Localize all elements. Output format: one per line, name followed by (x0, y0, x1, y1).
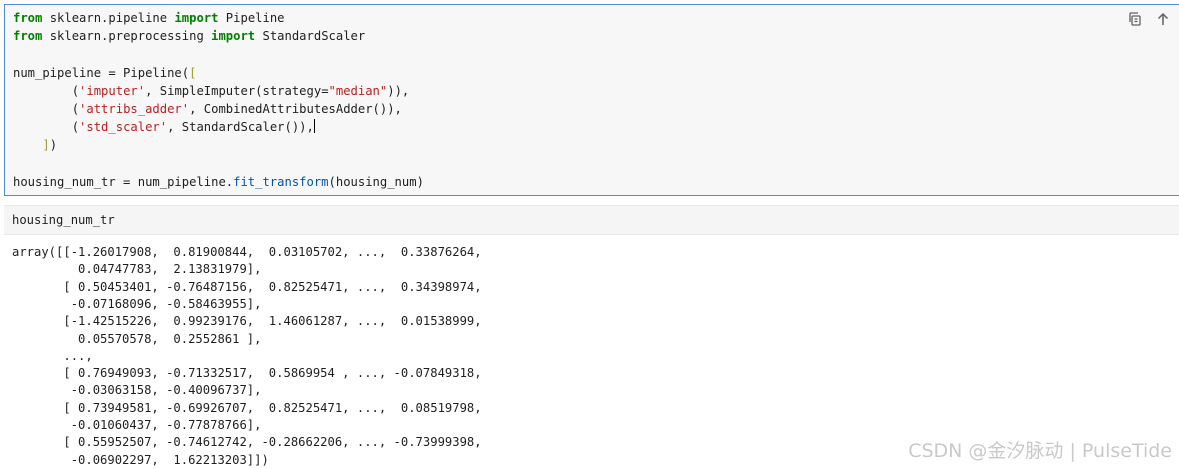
output-line: [ 0.55952507, -0.74612742, -0.28662206, … (12, 435, 482, 450)
function-token: fit_transform (233, 174, 329, 189)
code-token: ] (42, 138, 50, 153)
keyword-token: import (211, 29, 256, 44)
code-token: [ (189, 65, 197, 80)
output-line: array([[-1.26017908, 0.81900844, 0.03105… (12, 245, 482, 259)
output-line: -0.03063158, -0.40096737], (12, 383, 262, 398)
code-token: ) (49, 138, 58, 153)
output-line: -0.07168096, -0.58463955], (12, 296, 262, 311)
code-token: StandardScaler (255, 29, 366, 44)
output-line: 0.04747783, 2.13831979], (12, 262, 262, 277)
string-token: 'attribs_adder' (79, 102, 190, 116)
input-cell[interactable]: housing_num_tr (4, 205, 1179, 235)
code-token: Pipeline (218, 11, 285, 25)
code-token: , StandardScaler()), (167, 120, 314, 135)
code-cell[interactable]: from sklearn.pipeline import Pipeline fro… (4, 4, 1179, 196)
output-line: [ 0.73949581, -0.69926707, 0.82525471, .… (12, 400, 482, 415)
code-line: from sklearn.pipeline import Pipeline (13, 9, 285, 27)
string-token: "median" (328, 83, 388, 98)
code-editor[interactable]: from sklearn.pipeline import Pipeline fro… (5, 5, 1179, 195)
output-line: [ 0.76949093, -0.71332517, 0.5869954 , .… (12, 366, 482, 381)
keyword-token: import (174, 11, 219, 25)
cell-toolbar (1127, 11, 1171, 27)
code-line: ('attribs_adder', CombinedAttributesAdde… (13, 100, 402, 118)
keyword-token: from (13, 29, 43, 44)
code-line: ]) (13, 136, 57, 154)
keyword-token: from (13, 11, 43, 25)
string-token: 'imputer' (79, 83, 146, 98)
code-token: sklearn.preprocessing (42, 29, 212, 44)
code-token: , CombinedAttributesAdder()), (189, 102, 402, 116)
text-cursor (313, 119, 315, 134)
watermark: CSDN @金汐脉动 | PulseTide (908, 440, 1172, 462)
code-token: ( (13, 102, 80, 116)
code-token: ( (13, 83, 80, 98)
string-token: 'std_scaler' (79, 120, 168, 135)
copy-icon[interactable] (1127, 11, 1143, 27)
code-line: housing_num_tr = num_pipeline.fit_transf… (13, 173, 424, 191)
code-token: ( (13, 120, 80, 135)
arrow-up-icon[interactable] (1155, 11, 1171, 27)
input-cell-text: housing_num_tr (12, 213, 115, 227)
code-line: from sklearn.preprocessing import Standa… (13, 27, 365, 45)
output-line: [-1.42515226, 0.99239176, 1.46061287, ..… (12, 314, 482, 329)
code-line: num_pipeline = Pipeline([ (13, 64, 196, 82)
code-token: num_pipeline = Pipeline( (13, 65, 190, 80)
code-line: ('imputer', SimpleImputer(strategy="medi… (13, 82, 410, 100)
code-token: , SimpleImputer(strategy= (145, 83, 329, 98)
output-line: 0.05570578, 0.2552861 ], (12, 331, 262, 346)
output-line: [ 0.50453401, -0.76487156, 0.82525471, .… (12, 279, 482, 294)
code-token: sklearn.pipeline (42, 11, 175, 25)
code-token: )), (387, 83, 410, 98)
code-token: (housing_num) (328, 174, 424, 189)
output-line: -0.06902297, 1.62213203]]) (12, 452, 269, 467)
code-line: ('std_scaler', StandardScaler()), (13, 118, 315, 136)
output-line: -0.01060437, -0.77878766], (12, 418, 262, 432)
code-token: housing_num_tr = num_pipeline. (13, 174, 234, 189)
output-line: ..., (12, 348, 93, 363)
